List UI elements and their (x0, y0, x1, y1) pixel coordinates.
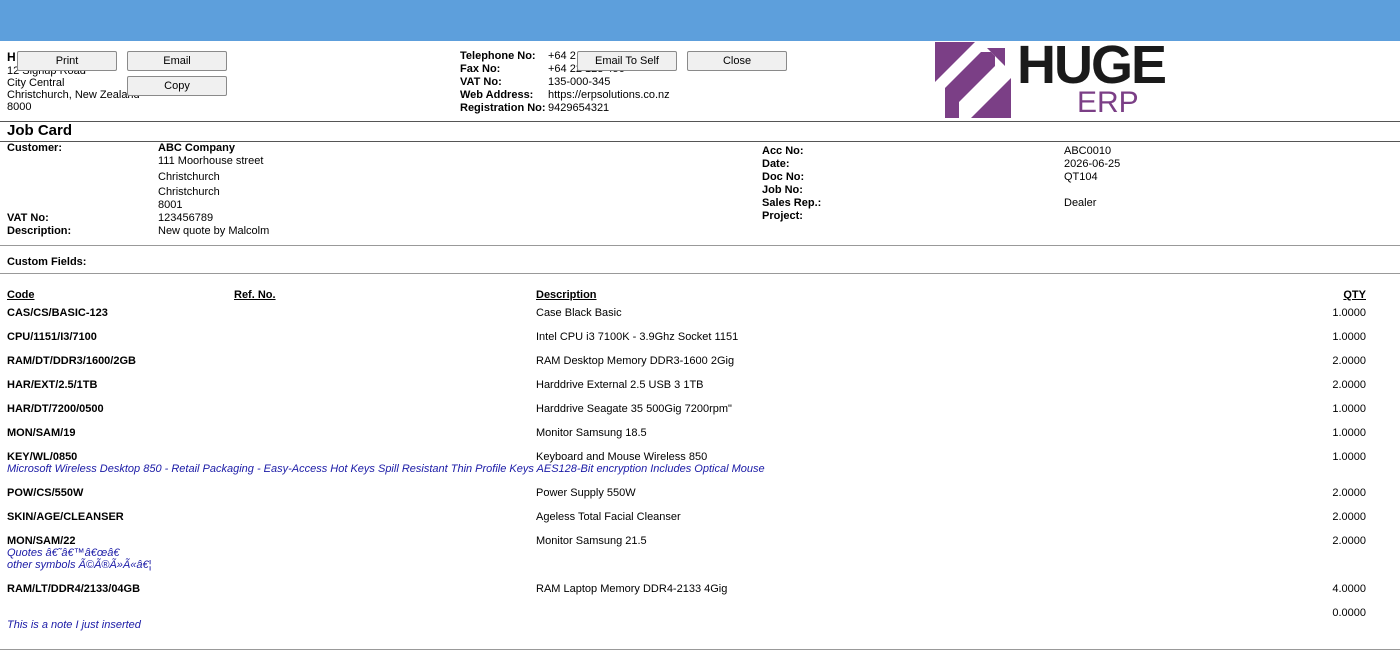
column-header-qty: QTY (1343, 289, 1366, 301)
email-button[interactable]: Email (127, 51, 227, 71)
column-header-ref: Ref. No. (234, 289, 276, 301)
logo-text-erp: ERP (1077, 86, 1139, 119)
vat-value: 135-000-345 (548, 76, 611, 88)
item-description: Monitor Samsung 18.5 (536, 427, 647, 439)
item-code: MON/SAM/22 (7, 535, 76, 547)
item-qty: 2.0000 (1332, 355, 1366, 367)
customer-address-line: Christchurch (158, 171, 220, 183)
item-code: MON/SAM/19 (7, 427, 76, 439)
vat-label: VAT No: (460, 76, 502, 88)
project-label: Project: (762, 210, 803, 222)
print-button[interactable]: Print (17, 51, 117, 71)
item-qty: 2.0000 (1332, 535, 1366, 547)
item-qty: 1.0000 (1332, 307, 1366, 319)
item-description: Power Supply 550W (536, 487, 636, 499)
company-address-line: 8000 (7, 101, 32, 113)
item-qty: 2.0000 (1332, 511, 1366, 523)
customer-label: Customer: (7, 142, 63, 154)
item-qty: 1.0000 (1332, 403, 1366, 415)
header-divider (0, 121, 1400, 122)
contact-labels: Telephone No: Fax No: VAT No: Web Addres… (460, 50, 546, 115)
customer-address-line: 111 Moorhouse street (158, 155, 264, 167)
item-note: This is a note I just inserted (7, 619, 141, 631)
date-label: Date: (762, 158, 790, 170)
job-no-value (1064, 184, 1120, 197)
item-description: Harddrive External 2.5 USB 3 1TB (536, 379, 704, 391)
item-code: CPU/1151/I3/7100 (7, 331, 97, 343)
item-qty: 0.0000 (1332, 607, 1366, 619)
email-to-self-button[interactable]: Email To Self (577, 51, 677, 71)
item-code: HAR/DT/7200/0500 (7, 403, 104, 415)
item-description: Harddrive Seagate 35 500Gig 7200rpm" (536, 403, 732, 415)
acc-no-label: Acc No: (762, 145, 804, 157)
customer-vat-label: VAT No: (7, 212, 49, 224)
customer-address-line: Christchurch (158, 186, 220, 198)
custom-fields-divider (0, 273, 1400, 274)
item-code: HAR/EXT/2.5/1TB (7, 379, 98, 391)
date-value: 2026-06-25 (1064, 158, 1121, 170)
telephone-label: Telephone No: (460, 50, 536, 62)
huge-erp-logo: HUGE ERP (935, 35, 1195, 120)
company-address: 12 Signup Road City Central Christchurch… (7, 65, 140, 113)
web-value: https://erpsolutions.co.nz (548, 89, 670, 101)
sales-rep-label: Sales Rep.: (762, 197, 822, 209)
custom-fields-label: Custom Fields: (7, 256, 87, 268)
item-code: RAM/LT/DDR4/2133/04GB (7, 583, 141, 595)
fax-label: Fax No: (460, 63, 501, 75)
job-no-label: Job No: (762, 184, 803, 196)
logo-mark-icon (935, 42, 1011, 118)
registration-value: 9429654321 (548, 102, 610, 114)
item-description: Intel CPU i3 7100K - 3.9Ghz Socket 1151 (536, 331, 739, 343)
description-value: New quote by Malcolm (158, 225, 270, 237)
registration-label: Registration No: (460, 102, 546, 114)
customer-address-line: 8001 (158, 199, 183, 211)
item-description: RAM Laptop Memory DDR4-2133 4Gig (536, 583, 728, 595)
sales-rep-value: Dealer (1064, 197, 1097, 209)
item-code: KEY/WL/0850 (7, 451, 78, 463)
item-description: Ageless Total Facial Cleanser (536, 511, 681, 523)
doc-info-labels: Acc No: Date: Doc No: Job No: Sales Rep.… (762, 145, 821, 223)
customer-divider (0, 245, 1400, 246)
item-note: other symbols Ã©Ã®Ã»Ã«â€¦ (7, 559, 152, 571)
doc-title: Job Card (7, 122, 73, 139)
customer-name: ABC Company (158, 142, 236, 154)
window-title-bar (0, 0, 1400, 41)
item-qty: 1.0000 (1332, 451, 1366, 463)
item-qty: 1.0000 (1332, 427, 1366, 439)
company-address-line: City Central (7, 77, 65, 89)
item-description: RAM Desktop Memory DDR3-1600 2Gig (536, 355, 735, 367)
item-qty: 4.0000 (1332, 583, 1366, 595)
column-header-code: Code (7, 289, 35, 301)
item-description: Keyboard and Mouse Wireless 850 (536, 451, 708, 463)
item-code: CAS/CS/BASIC-123 (7, 307, 108, 319)
item-qty: 1.0000 (1332, 331, 1366, 343)
item-code: RAM/DT/DDR3/1600/2GB (7, 355, 136, 367)
item-code: SKIN/AGE/CLEANSER (7, 511, 124, 523)
item-code: POW/CS/550W (7, 487, 84, 499)
doc-no-value: QT104 (1064, 171, 1098, 183)
doc-no-label: Doc No: (762, 171, 805, 183)
item-description: Monitor Samsung 21.5 (536, 535, 647, 547)
item-qty: 2.0000 (1332, 379, 1366, 391)
close-button[interactable]: Close (687, 51, 787, 71)
customer-vat-value: 123456789 (158, 212, 214, 224)
company-name: H (7, 50, 16, 64)
item-note: Quotes â€˜â€™â€œâ€ (7, 547, 120, 559)
acc-no-value: ABC0010 (1064, 145, 1112, 157)
item-description: Case Black Basic (536, 307, 622, 319)
column-header-description: Description (536, 289, 597, 301)
copy-button[interactable]: Copy (127, 76, 227, 96)
description-label: Description: (7, 225, 72, 237)
footer-divider (0, 649, 1400, 650)
project-value (1064, 210, 1120, 223)
doc-info-values: ABC0010 2026-06-25 QT104 Dealer (1064, 145, 1120, 223)
item-note: Microsoft Wireless Desktop 850 - Retail … (7, 463, 765, 475)
web-label: Web Address: (460, 89, 534, 101)
company-address-line: Christchurch, New Zealand (7, 89, 140, 101)
item-qty: 2.0000 (1332, 487, 1366, 499)
